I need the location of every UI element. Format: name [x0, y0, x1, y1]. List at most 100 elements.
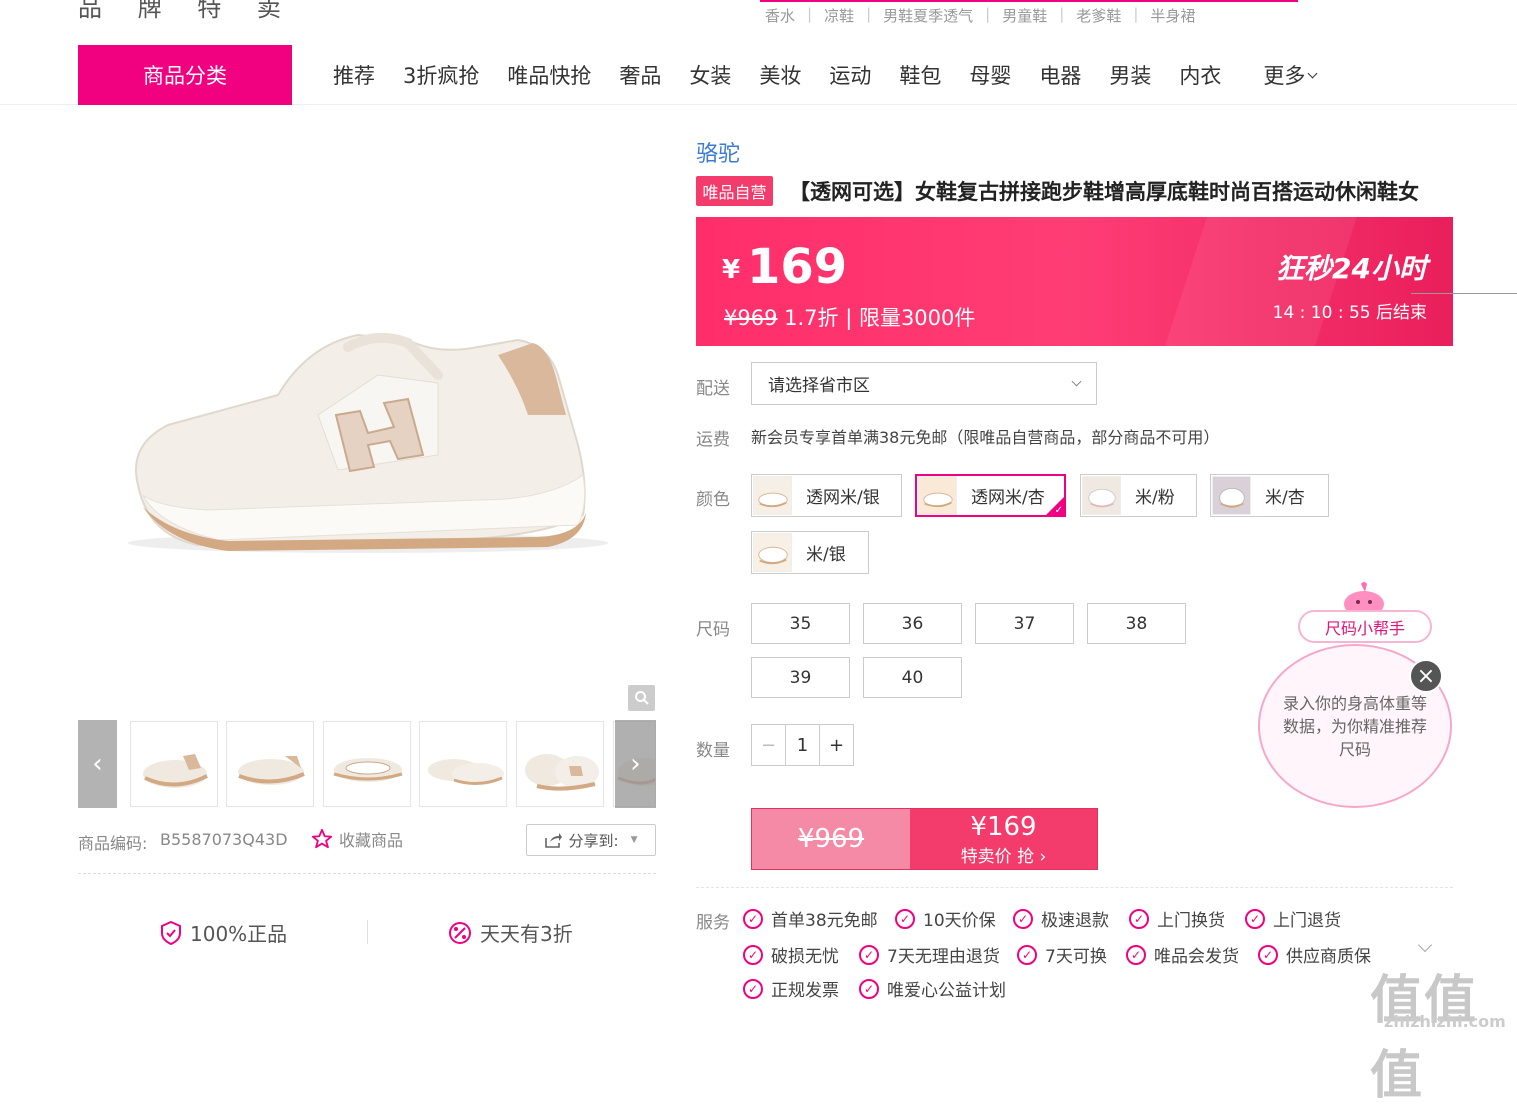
check-circle-icon: ✓: [859, 944, 879, 965]
chevron-down-icon: [1071, 376, 1082, 387]
service-item: ✓ 7天无理由退货: [859, 942, 1000, 967]
thumbnail[interactable]: [419, 721, 507, 807]
nav-item-underwear[interactable]: 内衣: [1165, 60, 1235, 90]
check-circle-icon: ✓: [1013, 908, 1033, 929]
color-option[interactable]: 透网米/银: [751, 474, 902, 517]
buy-original-price-section: ¥969: [752, 809, 910, 869]
check-circle-icon: ✓: [743, 944, 763, 965]
guarantee-daily-discount: 天天有3折: [448, 918, 573, 947]
selected-check-icon: ✓: [1044, 495, 1066, 517]
share-label: 分享到:: [568, 831, 619, 850]
region-select[interactable]: 请选择省市区: [751, 362, 1097, 405]
hotword-link[interactable]: 老爹鞋: [1076, 5, 1121, 26]
guarantee-daily-label: 天天有3折: [480, 922, 573, 946]
service-item: ✓ 唯爱心公益计划: [859, 976, 1006, 1001]
color-swatch: [753, 476, 792, 515]
close-icon[interactable]: ×: [1409, 659, 1443, 693]
buy-action-label: 特卖价 抢 ›: [960, 846, 1047, 867]
divider: [367, 920, 368, 944]
color-swatch: [918, 476, 957, 515]
price-banner: ¥ 169 ¥969 1.7折 | 限量3000件 狂秒24小时 14 : 10…: [696, 217, 1453, 346]
category-menu-button[interactable]: 商品分类: [78, 45, 292, 105]
check-circle-icon: ✓: [1129, 908, 1149, 929]
chevron-left-icon: ‹: [92, 749, 103, 779]
nav-item-luxury[interactable]: 奢品: [605, 60, 675, 90]
size-option[interactable]: 35: [751, 603, 850, 644]
service-item-label: 唯爱心公益计划: [887, 981, 1006, 1001]
quantity-input[interactable]: 1: [786, 725, 819, 765]
main-nav: 推荐 3折疯抢 唯品快抢 奢品 女装 美妆 运动 鞋包 母婴 电器 男装 内衣 …: [319, 45, 1330, 105]
size-option[interactable]: 40: [863, 657, 962, 698]
size-option[interactable]: 39: [751, 657, 850, 698]
color-option[interactable]: 米/粉: [1080, 474, 1197, 517]
thumbnail[interactable]: [130, 721, 218, 807]
hotword-link[interactable]: 半身裙: [1150, 5, 1195, 26]
nav-item-shoes-bags[interactable]: 鞋包: [885, 60, 955, 90]
service-item-label: 极速退款: [1041, 911, 1109, 931]
hotword-link[interactable]: 男童鞋: [1002, 5, 1047, 26]
color-option-label: 米/银: [806, 545, 846, 565]
buy-price-section: ¥169 特卖价 抢 ›: [910, 809, 1097, 869]
nav-item-flash[interactable]: 唯品快抢: [493, 60, 605, 90]
service-item-label: 唯品会发货: [1154, 947, 1239, 967]
color-swatch: [753, 533, 792, 572]
original-price: ¥969: [724, 306, 778, 330]
quantity-increase-button[interactable]: +: [819, 725, 853, 765]
nav-item-baby[interactable]: 母婴: [955, 60, 1025, 90]
color-option-selected[interactable]: 透网米/杏 ✓: [915, 474, 1066, 517]
hotword-link[interactable]: 男鞋夏季透气: [883, 5, 973, 26]
hotword-link[interactable]: 香水: [765, 5, 795, 26]
shipping-label: 运费: [696, 430, 730, 450]
nav-item-appliances[interactable]: 电器: [1025, 60, 1095, 90]
service-item-label: 破损无忧: [771, 947, 839, 967]
favorite-label: 收藏商品: [339, 831, 404, 850]
service-item-label: 上门退货: [1273, 911, 1341, 931]
service-item-label: 供应商质保: [1286, 947, 1371, 967]
color-option[interactable]: 米/银: [751, 531, 869, 574]
services-expand-icon[interactable]: [1417, 937, 1433, 953]
buy-price: ¥169: [970, 811, 1037, 842]
buy-original-price: ¥969: [797, 824, 865, 854]
hotword-link[interactable]: 凉鞋: [824, 5, 854, 26]
check-circle-icon: ✓: [1245, 908, 1265, 929]
share-dropdown[interactable]: 分享到: ▼: [526, 824, 656, 856]
brand-link[interactable]: 骆驼: [696, 136, 740, 168]
service-item: ✓ 上门退货: [1245, 906, 1341, 931]
size-option[interactable]: 36: [863, 603, 962, 644]
service-item: ✓ 首单38元免邮: [743, 906, 878, 931]
favorite-button[interactable]: 收藏商品: [311, 827, 403, 851]
check-circle-icon: ✓: [743, 978, 763, 999]
thumbnail[interactable]: [516, 721, 604, 807]
thumbnail[interactable]: [226, 721, 314, 807]
nav-item-recommend[interactable]: 推荐: [319, 60, 389, 90]
zoom-icon[interactable]: [628, 685, 655, 711]
size-helper-button[interactable]: 尺码小帮手: [1298, 610, 1432, 643]
service-item: ✓ 上门换货: [1129, 906, 1225, 931]
service-item-label: 7天可换: [1045, 947, 1107, 967]
thumb-prev-button[interactable]: ‹: [78, 720, 117, 808]
nav-item-beauty[interactable]: 美妆: [745, 60, 815, 90]
thumb-next-button[interactable]: ›: [615, 720, 656, 808]
check-circle-icon: ✓: [1258, 944, 1278, 965]
product-code: B5587073Q43D: [160, 830, 288, 849]
nav-item-men[interactable]: 男装: [1095, 60, 1165, 90]
nav-item-30off[interactable]: 3折疯抢: [389, 60, 493, 90]
nav-more-menu[interactable]: 更多: [1249, 60, 1330, 90]
color-option[interactable]: 米/杏: [1210, 474, 1329, 517]
quantity-stepper: − 1 +: [751, 724, 854, 766]
service-item: ✓ 供应商质保: [1258, 942, 1371, 967]
divider: [696, 887, 1453, 888]
thumbnail[interactable]: [323, 721, 411, 807]
price-subline: ¥969 1.7折 | 限量3000件: [724, 302, 975, 332]
check-circle-icon: ✓: [743, 908, 763, 929]
quantity-decrease-button[interactable]: −: [752, 725, 786, 765]
nav-item-women[interactable]: 女装: [675, 60, 745, 90]
product-main-image[interactable]: [78, 115, 656, 715]
size-option[interactable]: 38: [1087, 603, 1186, 644]
buy-now-button[interactable]: ¥969 ¥169 特卖价 抢 ›: [751, 808, 1098, 870]
service-item: ✓ 7天可换: [1017, 942, 1107, 967]
nav-more-label: 更多: [1263, 64, 1306, 88]
size-option[interactable]: 37: [975, 603, 1074, 644]
thumbnail-strip: ‹ ›: [78, 720, 656, 808]
nav-item-sports[interactable]: 运动: [815, 60, 885, 90]
